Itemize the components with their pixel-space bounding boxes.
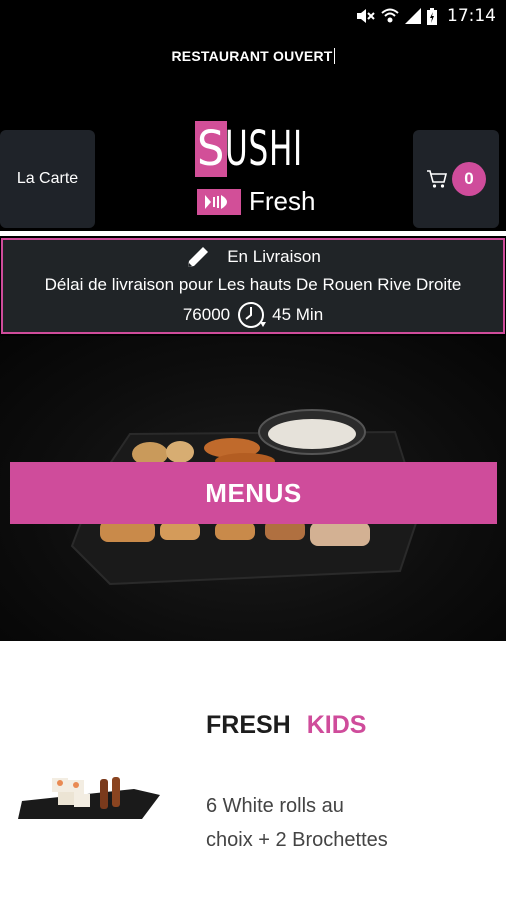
text-caret (333, 48, 335, 64)
la-carte-button[interactable]: La Carte (0, 130, 95, 228)
restaurant-status-banner: RESTAURANT OUVERT (0, 48, 506, 64)
status-icons: 17:14 (355, 6, 496, 26)
product-image[interactable] (14, 761, 164, 821)
mute-icon (357, 9, 375, 23)
delivery-info-panel[interactable]: En Livraison Délai de livraison pour Les… (1, 238, 505, 334)
pencil-icon[interactable] (185, 244, 211, 270)
status-bar: 17:14 (0, 0, 506, 34)
status-time: 17:14 (447, 6, 496, 26)
divider (0, 231, 506, 236)
product-title-part1: FRESH (206, 711, 291, 739)
logo-wordmark: S USHI (195, 121, 304, 177)
delivery-delay-text: Délai de livraison pour Les hauts De Rou… (44, 275, 462, 294)
product-title-part2: KIDS (306, 711, 367, 739)
cart-icon (427, 170, 448, 188)
restaurant-status-text: RESTAURANT OUVERT (171, 48, 333, 64)
cart-count-badge: 0 (452, 162, 486, 196)
cart-button[interactable]: 0 (413, 130, 499, 228)
menus-hero-image[interactable]: MENUS (0, 336, 506, 641)
menus-button[interactable]: MENUS (10, 462, 497, 524)
signal-icon (405, 8, 421, 24)
product-description: 6 White rolls au choix + 2 Brochettes (206, 795, 388, 851)
logo-subtitle: Fresh (249, 186, 316, 216)
delivery-mode-text: En Livraison (227, 247, 321, 266)
la-carte-label: La Carte (16, 170, 79, 187)
product-title[interactable]: FRESH KIDS (206, 711, 366, 740)
fish-logo-icon (197, 188, 241, 215)
battery-icon (427, 7, 437, 25)
product-section: FRESH KIDS 6 White rolls au choix + 2 Bro… (0, 641, 506, 900)
sushi-fresh-logo: S USHI Fresh (195, 118, 315, 218)
wifi-icon (381, 8, 399, 23)
clock-icon (238, 302, 267, 328)
postal-code: 76000 (182, 305, 231, 324)
delivery-duration: 45 Min (272, 305, 324, 324)
